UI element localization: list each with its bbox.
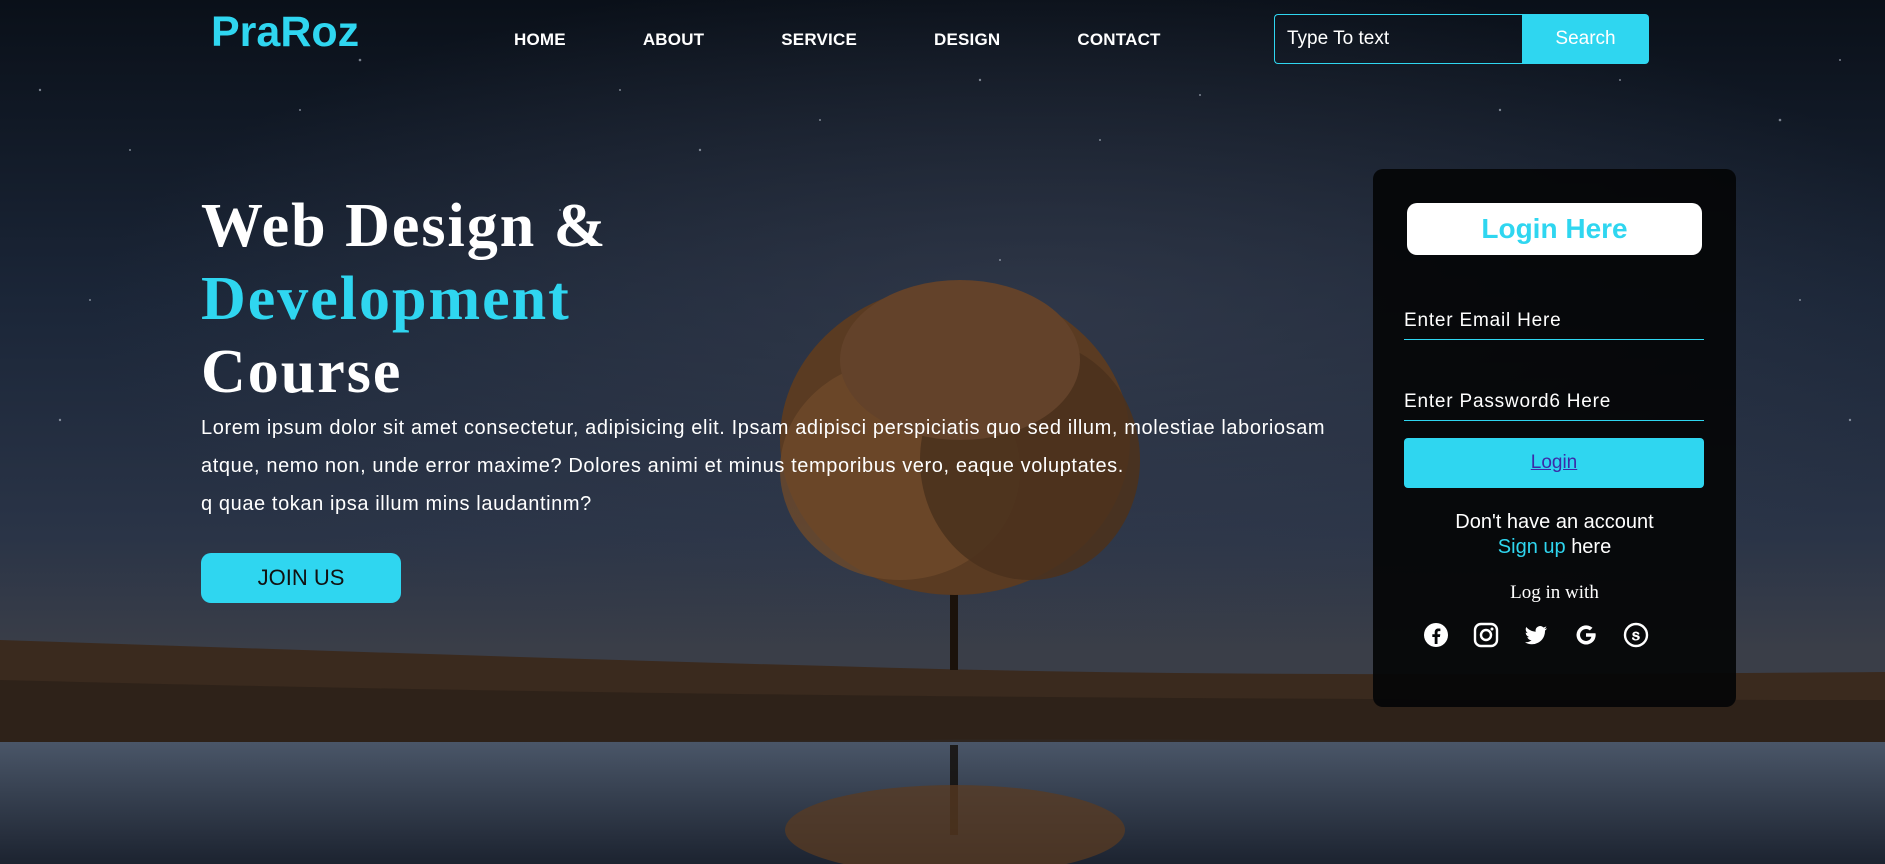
login-button-link[interactable]: Login [1531, 452, 1578, 474]
signup-prefix: Don't have an account [1455, 511, 1654, 533]
login-button[interactable]: Login [1404, 438, 1704, 488]
search-bar: Search [1274, 14, 1649, 64]
join-us-button[interactable]: JOIN US [201, 553, 401, 603]
search-input[interactable] [1274, 14, 1522, 64]
hero-title-line3: Course [201, 338, 403, 406]
hero-description-extra: q quae tokan ipsa illum mins laudantinm? [201, 493, 592, 515]
login-with-label: Log in with [1510, 582, 1599, 603]
signup-suffix: here [1571, 536, 1612, 558]
email-field[interactable] [1404, 302, 1704, 340]
login-card: Login Here Login Don't have an account S… [1373, 169, 1736, 707]
hero-description: Lorem ipsum dolor sit amet consectetur, … [201, 417, 1326, 477]
main-nav: HOME ABOUT SERVICE DESIGN CONTACT [514, 30, 1238, 50]
login-title: Login Here [1407, 203, 1702, 255]
hero-section: Web Design & Development Course Lorem ip… [201, 190, 1341, 603]
twitter-icon[interactable] [1523, 622, 1549, 648]
facebook-icon[interactable] [1423, 622, 1449, 648]
site-logo[interactable]: PraRoz [211, 8, 359, 57]
signup-text: Don't have an account Sign up here [1373, 510, 1736, 560]
nav-service[interactable]: SERVICE [781, 30, 857, 50]
google-icon[interactable] [1573, 622, 1599, 648]
nav-about[interactable]: ABOUT [643, 30, 704, 50]
hero-title-line2: Development [201, 265, 571, 333]
instagram-icon[interactable] [1473, 622, 1499, 648]
hero-title-line1: Web Design & [201, 192, 608, 260]
password-field[interactable] [1404, 383, 1704, 421]
skype-icon[interactable] [1623, 622, 1649, 648]
nav-design[interactable]: DESIGN [934, 30, 1000, 50]
signup-link[interactable]: Sign up [1498, 536, 1566, 558]
social-login-icons [1423, 622, 1673, 648]
search-button[interactable]: Search [1522, 14, 1649, 64]
nav-home[interactable]: HOME [514, 30, 566, 50]
nav-contact[interactable]: CONTACT [1077, 30, 1160, 50]
hero-title: Web Design & Development Course [201, 190, 1341, 409]
